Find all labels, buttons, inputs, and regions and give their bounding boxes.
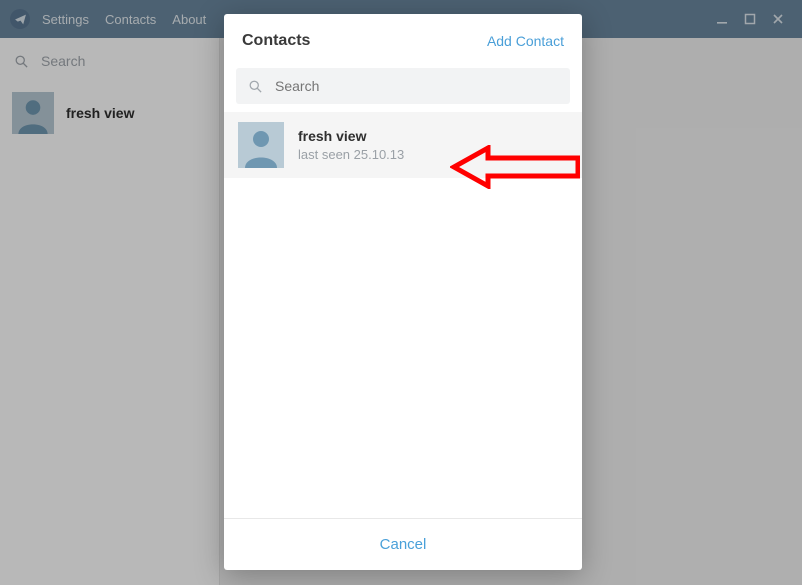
arrow-left-icon: [450, 145, 580, 189]
dialog-header: Contacts Add Contact: [224, 14, 582, 68]
window-maximize-button[interactable]: [736, 5, 764, 33]
paper-plane-icon: [14, 13, 27, 26]
menu-contacts[interactable]: Contacts: [105, 12, 156, 27]
avatar: [12, 92, 54, 134]
contact-last-seen: last seen 25.10.13: [298, 147, 404, 162]
window-close-button[interactable]: [764, 5, 792, 33]
chat-list-pane: Search fresh view: [0, 38, 220, 585]
add-contact-button[interactable]: Add Contact: [487, 33, 564, 49]
contact-name: fresh view: [298, 128, 404, 144]
dialog-search[interactable]: [236, 68, 570, 104]
window-minimize-button[interactable]: [708, 5, 736, 33]
annotation-arrow: [450, 145, 580, 189]
search-icon: [14, 54, 29, 69]
menu-about[interactable]: About: [172, 12, 206, 27]
cancel-button[interactable]: Cancel: [380, 536, 427, 553]
dialog-search-input[interactable]: [275, 78, 558, 94]
avatar-placeholder-icon: [238, 122, 284, 168]
avatar-placeholder-icon: [12, 92, 54, 134]
chat-item-name: fresh view: [66, 105, 134, 121]
minimize-icon: [716, 13, 728, 25]
search-icon: [248, 79, 263, 94]
chat-list-item[interactable]: fresh view: [0, 84, 219, 142]
maximize-icon: [744, 13, 756, 25]
close-icon: [772, 13, 784, 25]
sidebar-search-placeholder: Search: [41, 53, 85, 69]
avatar: [238, 122, 284, 168]
dialog-title: Contacts: [242, 32, 487, 50]
menu-settings[interactable]: Settings: [42, 12, 89, 27]
contacts-dialog: Contacts Add Contact: [224, 14, 582, 570]
dialog-footer: Cancel: [224, 518, 582, 570]
app-logo: [10, 9, 30, 29]
sidebar-search[interactable]: Search: [0, 38, 219, 84]
